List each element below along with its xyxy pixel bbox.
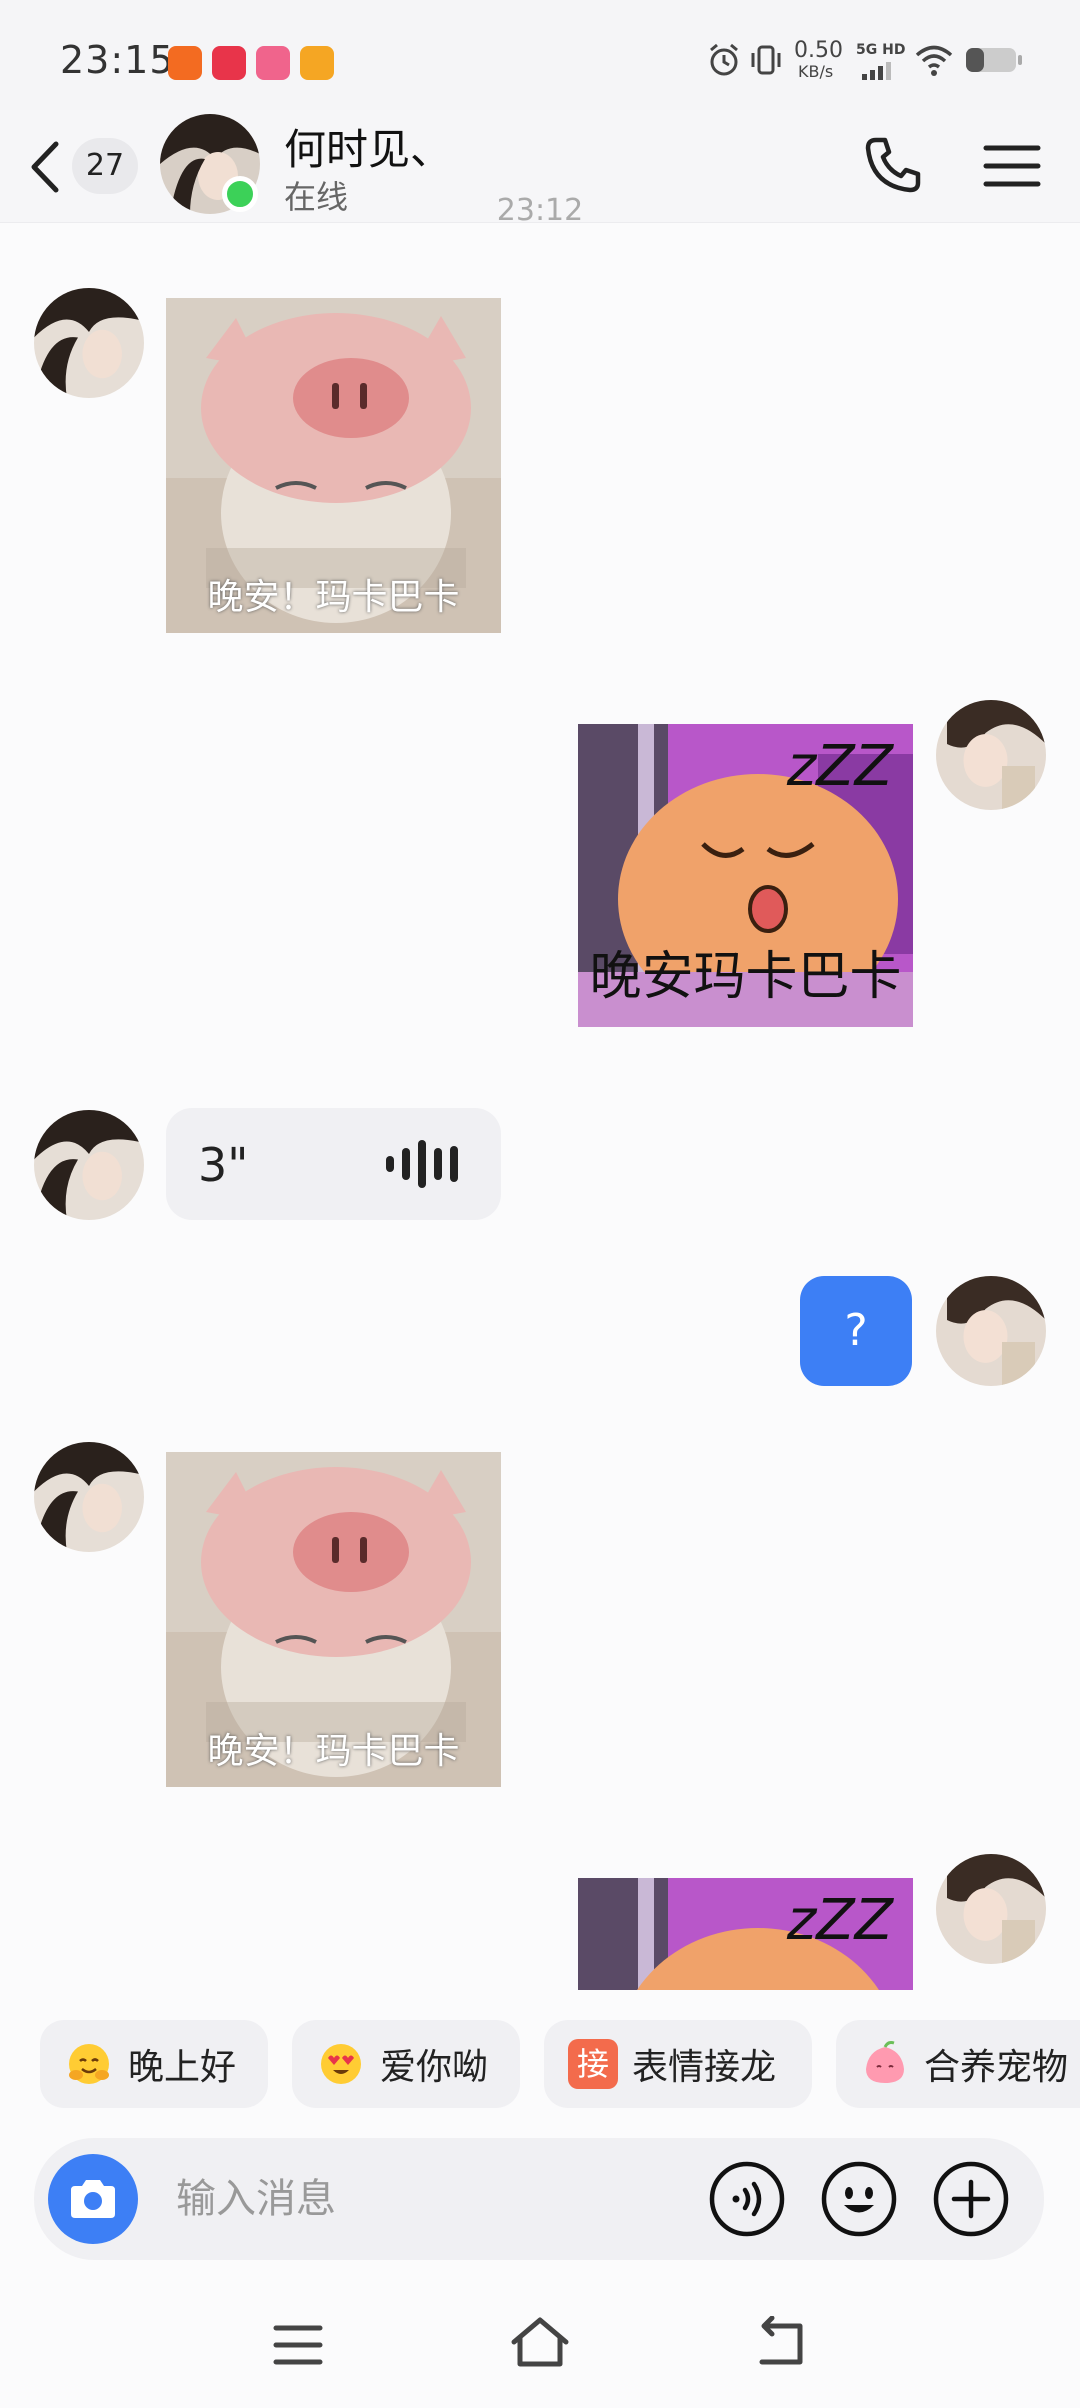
my-avatar[interactable]	[936, 700, 1046, 810]
voice-message-bubble[interactable]: 3"	[166, 1108, 501, 1220]
sticker-zzz: zZZ	[786, 1888, 893, 1953]
home-icon[interactable]	[508, 2314, 572, 2372]
net-speed-unit: KB/s	[798, 62, 834, 81]
system-nav-bar	[0, 2280, 1080, 2408]
app-notification-icon	[300, 46, 334, 80]
net-speed-value: 0.50	[794, 38, 843, 63]
quick-reply-bar: 晚上好 爱你呦 接 表情接龙 合养宠物	[0, 2012, 1080, 2112]
network-type: 5G HD	[856, 42, 906, 58]
quick-reply-chip[interactable]: 爱你呦	[292, 2020, 520, 2108]
voice-input-icon[interactable]	[708, 2160, 786, 2238]
my-avatar[interactable]	[936, 1276, 1046, 1386]
sleeping-orange-sticker[interactable]: zZZ 晚安玛卡巴卡	[578, 724, 913, 1027]
app-notification-icon	[168, 46, 202, 80]
chip-label: 表情接龙	[632, 2047, 777, 2088]
contact-name[interactable]: 何时见、	[284, 116, 452, 177]
vibrate-icon	[751, 45, 781, 75]
wifi-icon	[915, 45, 953, 76]
app-notification-icon	[212, 46, 246, 80]
quick-reply-chip[interactable]: 接 表情接龙	[544, 2020, 812, 2108]
heart-eyes-emoji-icon	[321, 2044, 361, 2084]
chip-label: 爱你呦	[380, 2047, 489, 2088]
app-notification-icon	[256, 46, 290, 80]
unread-count-badge[interactable]: 27	[72, 138, 138, 194]
cat-pig-hat-sticker[interactable]: 晚安！玛卡巴卡	[166, 1452, 501, 1787]
alarm-icon	[710, 43, 738, 76]
status-bar: 23:15 0.50 KB/s 5G HD	[0, 0, 1080, 110]
message-input[interactable]	[174, 2168, 678, 2230]
voice-wave-icon	[386, 1140, 458, 1188]
message-input-bar	[34, 2138, 1044, 2260]
pet-peach-icon	[866, 2041, 904, 2083]
contact-avatar-small[interactable]	[34, 288, 144, 398]
battery-icon	[966, 48, 1022, 72]
text-message-bubble[interactable]: ?	[800, 1276, 912, 1386]
chip-label: 晚上好	[128, 2047, 237, 2088]
contact-avatar-small[interactable]	[34, 1110, 144, 1220]
recent-apps-icon[interactable]	[270, 2320, 326, 2370]
cat-pig-hat-sticker[interactable]: 晚安！玛卡巴卡	[166, 298, 501, 633]
quick-reply-chip[interactable]: 合养宠物	[836, 2020, 1080, 2108]
back-nav-icon[interactable]	[752, 2316, 812, 2372]
menu-icon[interactable]	[980, 134, 1044, 198]
chat-timestamp: 23:12	[496, 196, 584, 226]
signal-icon	[862, 62, 891, 80]
sticker-zzz: zZZ	[786, 734, 893, 799]
sticker-caption: 晚安！玛卡巴卡	[207, 577, 460, 618]
jie-badge-icon: 接	[568, 2039, 618, 2089]
sleeping-orange-sticker[interactable]: zZZ	[578, 1878, 913, 1990]
my-avatar[interactable]	[936, 1854, 1046, 1964]
voice-duration: 3"	[198, 1138, 249, 1192]
quick-reply-chip[interactable]: 晚上好	[40, 2020, 268, 2108]
hug-emoji-icon	[69, 2044, 109, 2084]
camera-button[interactable]	[48, 2154, 138, 2244]
header-divider	[0, 224, 1080, 226]
emoji-icon[interactable]	[820, 2160, 898, 2238]
plus-icon[interactable]	[932, 2160, 1010, 2238]
camera-icon	[71, 2180, 115, 2218]
phone-call-icon[interactable]	[858, 130, 928, 200]
contact-avatar-small[interactable]	[34, 1442, 144, 1552]
chip-label: 合养宠物	[924, 2047, 1069, 2088]
sticker-caption: 晚安玛卡巴卡	[589, 947, 902, 1007]
status-time: 23:15	[60, 38, 175, 82]
sticker-caption: 晚安！玛卡巴卡	[207, 1731, 460, 1772]
